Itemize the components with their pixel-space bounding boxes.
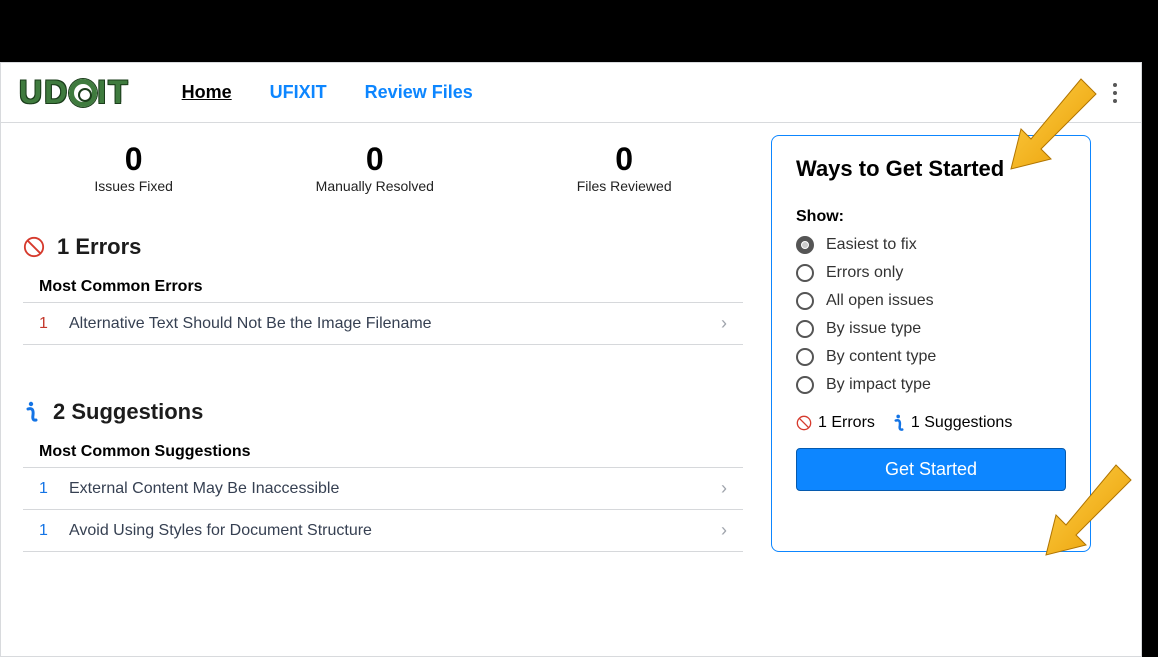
suggestions-heading: 2 Suggestions <box>23 399 743 425</box>
suggestions-title: 2 Suggestions <box>53 399 203 425</box>
chevron-right-icon: › <box>721 478 727 499</box>
stop-icon <box>23 236 45 258</box>
stat-number: 0 <box>577 141 672 178</box>
radio-easiest-to-fix[interactable]: Easiest to fix <box>796 236 1066 254</box>
radio-by-issue-type[interactable]: By issue type <box>796 320 1066 338</box>
errors-title: 1 Errors <box>57 234 141 260</box>
radio-label: By issue type <box>826 320 921 338</box>
chevron-right-icon: › <box>721 313 727 334</box>
error-count: 1 <box>39 315 69 333</box>
stat-number: 0 <box>94 141 173 178</box>
suggestion-count: 1 <box>39 522 69 540</box>
suggestions-subhead: Most Common Suggestions <box>23 437 743 468</box>
gear-icon <box>69 79 97 107</box>
errors-subhead: Most Common Errors <box>23 272 743 303</box>
radio-by-content-type[interactable]: By content type <box>796 348 1066 366</box>
stop-icon <box>796 415 812 431</box>
radio-label: Easiest to fix <box>826 236 917 254</box>
nav-home[interactable]: Home <box>182 82 232 103</box>
nav-review-files[interactable]: Review Files <box>365 82 473 103</box>
radio-icon <box>796 348 814 366</box>
panel-heading: Ways to Get Started <box>796 156 1066 182</box>
header: UDIT Home UFIXIT Review Files <box>1 63 1141 123</box>
radio-all-open-issues[interactable]: All open issues <box>796 292 1066 310</box>
suggestion-row[interactable]: 1 External Content May Be Inaccessible › <box>23 468 743 510</box>
radio-icon <box>796 376 814 394</box>
main-column: 0 Issues Fixed 0 Manually Resolved 0 Fil… <box>23 135 743 552</box>
error-row[interactable]: 1 Alternative Text Should Not Be the Ima… <box>23 303 743 345</box>
stats-row: 0 Issues Fixed 0 Manually Resolved 0 Fil… <box>23 135 743 220</box>
error-label: Alternative Text Should Not Be the Image… <box>69 315 432 333</box>
show-label: Show: <box>796 208 1066 226</box>
kebab-menu-icon[interactable] <box>1107 77 1123 109</box>
radio-icon <box>796 264 814 282</box>
info-icon <box>23 401 41 423</box>
radio-label: By content type <box>826 348 936 366</box>
suggestion-label: External Content May Be Inaccessible <box>69 480 339 498</box>
stat-number: 0 <box>316 141 434 178</box>
nav-ufixit[interactable]: UFIXIT <box>270 82 327 103</box>
radio-label: Errors only <box>826 264 903 282</box>
stat-label: Manually Resolved <box>316 178 434 194</box>
radio-label: All open issues <box>826 292 934 310</box>
main-nav: Home UFIXIT Review Files <box>182 82 473 103</box>
panel-summary: 1 Errors 1 Suggestions <box>796 414 1066 432</box>
radio-icon <box>796 320 814 338</box>
info-icon <box>893 414 905 432</box>
summary-suggestions-text: 1 Suggestions <box>911 414 1012 432</box>
radio-by-impact-type[interactable]: By impact type <box>796 376 1066 394</box>
radio-icon <box>796 236 814 254</box>
suggestion-row[interactable]: 1 Avoid Using Styles for Document Struct… <box>23 510 743 552</box>
suggestion-count: 1 <box>39 480 69 498</box>
radio-icon <box>796 292 814 310</box>
app-logo: UDIT <box>19 74 130 111</box>
summary-errors-text: 1 Errors <box>818 414 875 432</box>
suggestion-label: Avoid Using Styles for Document Structur… <box>69 522 372 540</box>
stat-manually-resolved: 0 Manually Resolved <box>316 141 434 194</box>
stat-files-reviewed: 0 Files Reviewed <box>577 141 672 194</box>
radio-label: By impact type <box>826 376 931 394</box>
chevron-right-icon: › <box>721 520 727 541</box>
get-started-panel: Ways to Get Started Show: Easiest to fix… <box>771 135 1091 552</box>
summary-suggestions: 1 Suggestions <box>893 414 1012 432</box>
stat-label: Issues Fixed <box>94 178 173 194</box>
stat-label: Files Reviewed <box>577 178 672 194</box>
summary-errors: 1 Errors <box>796 414 875 432</box>
stat-issues-fixed: 0 Issues Fixed <box>94 141 173 194</box>
radio-errors-only[interactable]: Errors only <box>796 264 1066 282</box>
errors-heading: 1 Errors <box>23 234 743 260</box>
get-started-button[interactable]: Get Started <box>796 448 1066 491</box>
